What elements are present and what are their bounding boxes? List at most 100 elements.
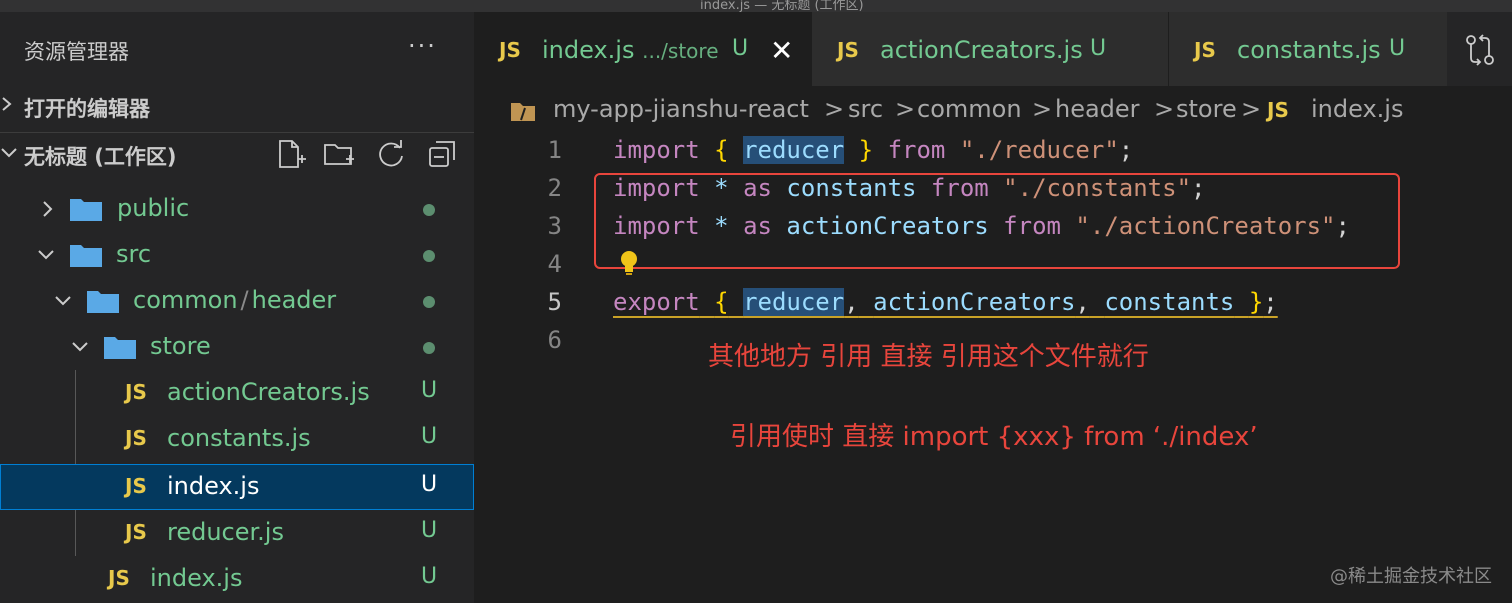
- tree-item-label: actionCreators.js: [167, 378, 370, 406]
- tree-folder-src[interactable]: src: [0, 232, 474, 278]
- untracked-badge: U: [1389, 36, 1406, 61]
- workspace-section[interactable]: 无标题 (工作区): [0, 132, 474, 177]
- identifier: reducer: [743, 136, 845, 164]
- breadcrumb-item[interactable]: src: [848, 95, 883, 123]
- tree-item-label: index.js: [167, 472, 260, 500]
- tree-item-label: common / header: [133, 286, 337, 314]
- tree-item-label: public: [117, 194, 190, 222]
- tab-constants-js[interactable]: JS constants.js U: [1169, 12, 1448, 86]
- chevron-right-icon: [43, 201, 53, 217]
- tree-file-constants[interactable]: JS constants.js U: [0, 416, 474, 462]
- untracked-badge: U: [421, 564, 438, 589]
- folder-open-icon: [104, 337, 136, 359]
- punctuation: ,: [1075, 288, 1090, 316]
- new-file-icon[interactable]: [274, 137, 308, 171]
- tab-description: .../store: [642, 39, 719, 63]
- explorer-header: 资源管理器 ···: [0, 12, 474, 64]
- lightbulb-icon[interactable]: [620, 250, 638, 276]
- annotation-box: [594, 173, 1400, 269]
- tree-folder-public[interactable]: public: [0, 186, 474, 232]
- tree-item-label: constants.js: [167, 424, 311, 452]
- explorer-title: 资源管理器: [24, 40, 129, 64]
- brace: }: [858, 136, 874, 164]
- editor-actions: [1447, 12, 1512, 86]
- chevron-down-icon: [38, 250, 54, 260]
- identifier: constants: [1104, 288, 1235, 316]
- breadcrumb-item[interactable]: header: [1055, 95, 1140, 123]
- chevron-down-icon: [1, 148, 17, 158]
- breadcrumb-item[interactable]: my-app-jianshu-react: [553, 95, 809, 123]
- open-editors-section[interactable]: 打开的编辑器: [0, 85, 474, 129]
- open-editors-label: 打开的编辑器: [24, 97, 150, 121]
- tree-item-label: store: [150, 332, 211, 360]
- tab-filename: index.js: [542, 36, 635, 64]
- js-file-icon: JS: [125, 474, 147, 498]
- tree-item-label: src: [116, 240, 152, 268]
- folder-icon: [70, 199, 102, 221]
- annotation-note: 其他地方 引用 直接 引用这个文件就行: [708, 342, 1149, 372]
- tree-file-index-root[interactable]: JS index.js U: [0, 556, 474, 602]
- js-file-icon: JS: [125, 426, 147, 450]
- js-file-icon: JS: [125, 520, 147, 544]
- tree-file-index-selected[interactable]: JS index.js U: [0, 464, 474, 510]
- js-file-icon: JS: [499, 38, 521, 62]
- keyword: from: [887, 136, 946, 164]
- keyword: export: [613, 288, 700, 316]
- breadcrumb: my-app-jianshu-react > src > common > he…: [474, 86, 1512, 132]
- breadcrumb-item[interactable]: index.js: [1311, 95, 1403, 123]
- identifier: actionCreators: [873, 288, 1076, 316]
- chevron-down-icon: [55, 296, 71, 306]
- line-number: 4: [547, 250, 562, 278]
- status-dot: [423, 204, 435, 216]
- js-file-icon: JS: [1194, 38, 1216, 62]
- punctuation: ;: [1263, 288, 1278, 316]
- new-folder-icon[interactable]: [322, 137, 356, 171]
- tab-index-js[interactable]: JS index.js .../store U ✕: [474, 12, 812, 86]
- line-number: 1: [547, 136, 562, 164]
- tree-folder-common-header[interactable]: common / header: [0, 278, 474, 324]
- untracked-badge: U: [421, 378, 438, 403]
- punctuation: ,: [844, 288, 859, 316]
- refresh-icon[interactable]: [374, 137, 408, 171]
- tab-bar: JS index.js .../store U ✕ JS actionCreat…: [474, 12, 1512, 86]
- untracked-badge: U: [1090, 36, 1107, 61]
- untracked-badge: U: [421, 518, 438, 543]
- tree-item-label: index.js: [150, 564, 243, 592]
- tab-label: actionCreators.js: [880, 36, 1083, 64]
- punctuation: ;: [1118, 136, 1134, 164]
- tab-actionCreators-js[interactable]: JS actionCreators.js U: [812, 12, 1169, 86]
- code-line-5: export { reducer, actionCreators, consta…: [613, 288, 1278, 316]
- brace: {: [714, 288, 729, 316]
- breadcrumb-item[interactable]: common: [917, 95, 1022, 123]
- js-file-icon: JS: [108, 566, 130, 590]
- brace: {: [714, 136, 729, 164]
- js-file-icon: JS: [1267, 98, 1289, 122]
- breadcrumb-item[interactable]: store: [1176, 95, 1237, 123]
- watermark: @稀土掘金技术社区: [1330, 566, 1492, 587]
- compare-changes-icon[interactable]: [1463, 32, 1497, 68]
- tree-folder-store[interactable]: store: [0, 324, 474, 370]
- breadcrumb-separator: >: [824, 95, 845, 123]
- identifier: reducer: [743, 288, 845, 316]
- collapse-all-icon[interactable]: [426, 137, 460, 171]
- status-dot: [423, 296, 435, 308]
- more-actions-icon[interactable]: ···: [408, 32, 437, 60]
- chevron-down-icon: [72, 342, 88, 352]
- line-number: 2: [547, 174, 562, 202]
- tree-file-reducer[interactable]: JS reducer.js U: [0, 510, 474, 556]
- breadcrumb-separator: >: [1154, 95, 1175, 123]
- breadcrumb-separator: >: [1032, 95, 1053, 123]
- workspace-label: 无标题 (工作区): [24, 145, 177, 169]
- close-tab-icon[interactable]: ✕: [770, 34, 793, 67]
- tab-label: index.js .../store: [542, 36, 719, 64]
- tree-file-actionCreators[interactable]: JS actionCreators.js U: [0, 370, 474, 416]
- status-dot: [423, 250, 435, 262]
- folder-package-icon: [511, 103, 535, 121]
- js-file-icon: JS: [125, 380, 147, 404]
- folder-name-header: header: [251, 286, 337, 314]
- keyword: import: [613, 136, 700, 164]
- line-number: 6: [547, 326, 562, 354]
- untracked-badge: U: [421, 472, 438, 497]
- title-bar: index.js — 无标题 (工作区): [0, 0, 1512, 13]
- brace: }: [1248, 288, 1264, 316]
